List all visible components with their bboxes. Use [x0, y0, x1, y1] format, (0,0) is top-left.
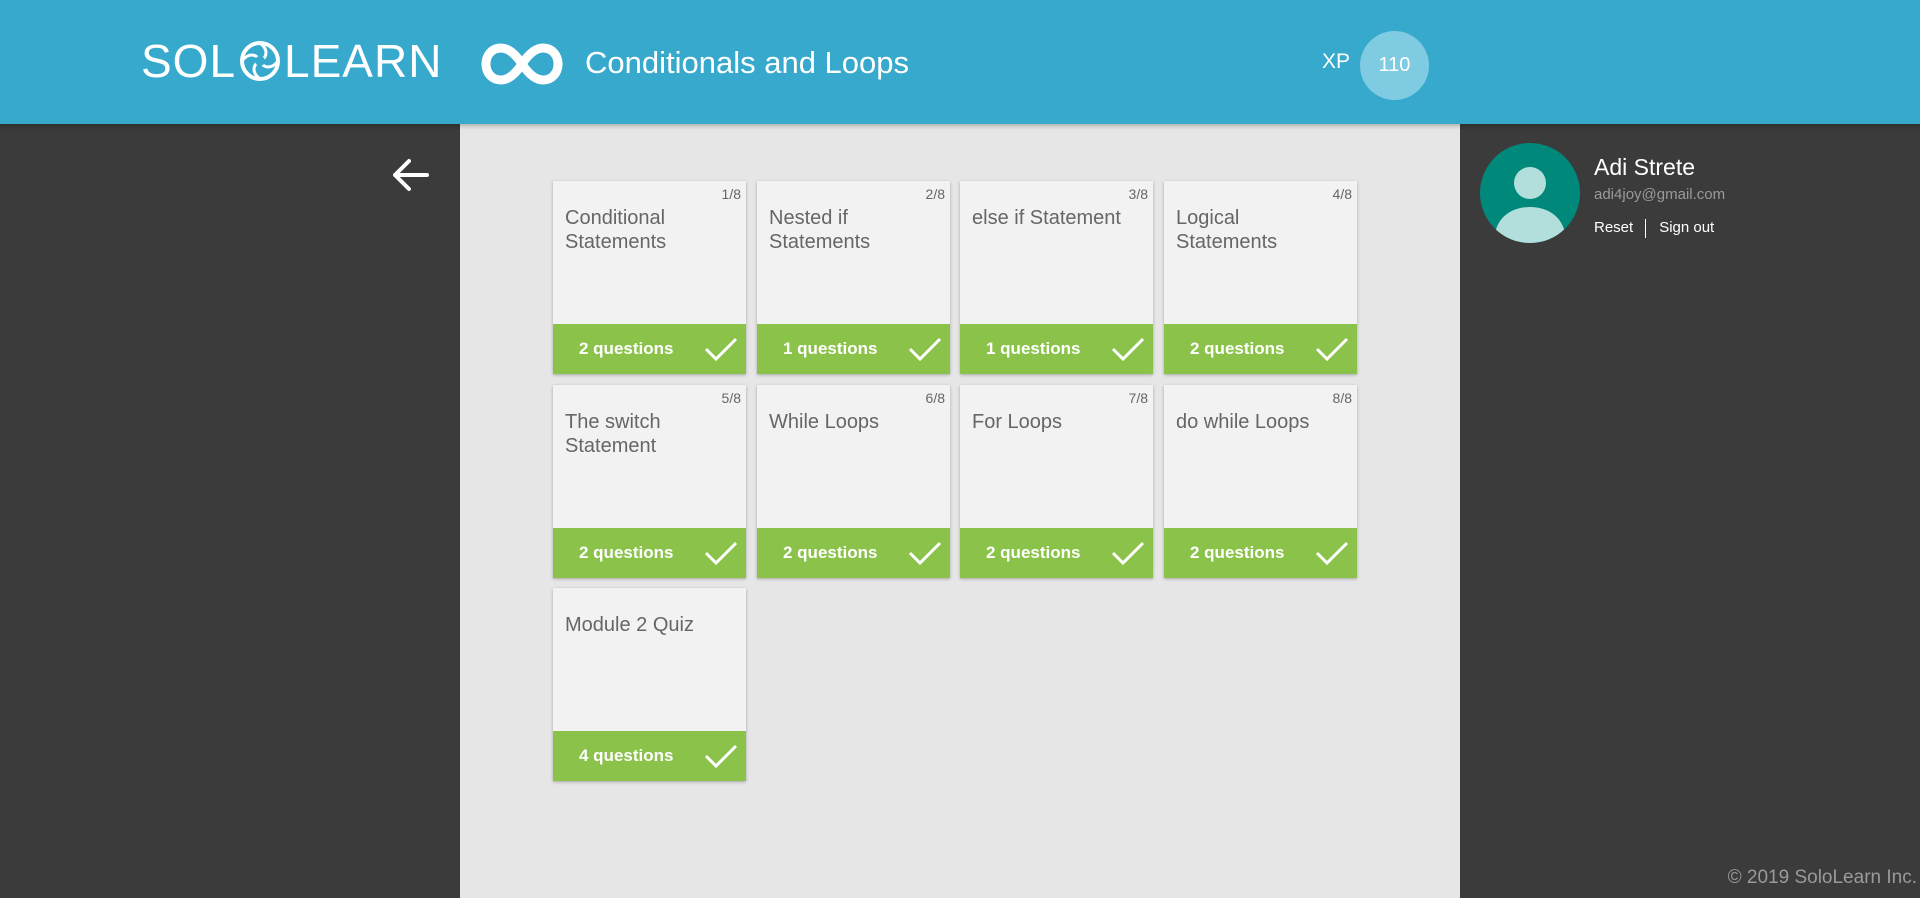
top-header: SOL LEARN Conditionals and Loops XP 110	[0, 0, 1920, 124]
lesson-grid: 1/8 Conditional Statements 2 questions 2…	[460, 124, 1460, 898]
lesson-title: For Loops	[972, 411, 1063, 433]
quiz-card[interactable]: Module 2 Quiz 4 questions	[553, 588, 746, 781]
arrow-left-icon[interactable]	[390, 157, 430, 193]
lesson-title: Conditional Statements	[565, 207, 667, 253]
lesson-number: 6/8	[925, 390, 945, 406]
logo-text-left: SOL	[141, 35, 237, 87]
question-count: 2 questions	[579, 339, 674, 358]
link-divider	[1645, 218, 1647, 238]
completed-bar: 2 questions	[553, 528, 746, 578]
lesson-number: 2/8	[925, 186, 945, 202]
lesson-card[interactable]: 6/8 While Loops 2 questions	[757, 385, 950, 578]
checkmark-icon	[1111, 541, 1145, 566]
lesson-card[interactable]: 2/8 Nested if Statements 1 questions	[757, 181, 950, 374]
reset-link[interactable]: Reset	[1594, 218, 1633, 238]
lesson-card[interactable]: 4/8 Logical Statements 2 questions	[1164, 181, 1357, 374]
lesson-card[interactable]: 5/8 The switch Statement 2 questions	[553, 385, 746, 578]
checkmark-icon	[1315, 337, 1349, 362]
lesson-number: 1/8	[721, 186, 741, 202]
checkmark-icon	[704, 744, 738, 769]
lesson-card[interactable]: 1/8 Conditional Statements 2 questions	[553, 181, 746, 374]
completed-bar: 4 questions	[553, 731, 746, 781]
user-avatar-icon[interactable]	[1480, 143, 1580, 243]
logo-text-right: LEARN	[284, 35, 443, 87]
lesson-title: The switch Statement	[565, 411, 661, 457]
question-count: 2 questions	[1190, 543, 1285, 562]
question-count: 2 questions	[783, 543, 878, 562]
lesson-card[interactable]: 3/8 else if Statement 1 questions	[960, 181, 1153, 374]
user-name: Adi Strete	[1594, 154, 1695, 180]
xp-label: XP	[1322, 50, 1351, 73]
checkmark-icon	[1315, 541, 1349, 566]
user-email: adi4joy@gmail.com	[1594, 186, 1726, 203]
checkmark-icon	[704, 337, 738, 362]
lesson-number: 7/8	[1128, 390, 1148, 406]
completed-bar: 2 questions	[553, 324, 746, 374]
checkmark-icon	[908, 337, 942, 362]
question-count: 2 questions	[1190, 339, 1285, 358]
question-count: 1 questions	[986, 339, 1081, 358]
completed-bar: 1 questions	[757, 324, 950, 374]
lesson-card[interactable]: 7/8 For Loops 2 questions	[960, 385, 1153, 578]
lesson-card[interactable]: 8/8 do while Loops 2 questions	[1164, 385, 1357, 578]
lesson-title: While Loops	[769, 411, 880, 433]
sololearn-logo[interactable]: SOL LEARN	[141, 38, 442, 84]
lesson-number: 5/8	[721, 390, 741, 406]
user-actions: Reset Sign out	[1594, 218, 1714, 238]
question-count: 4 questions	[579, 746, 674, 765]
swirl-logo-icon	[240, 41, 281, 81]
checkmark-icon	[704, 541, 738, 566]
checkmark-icon	[908, 541, 942, 566]
completed-bar: 2 questions	[960, 528, 1153, 578]
xp-badge: 110	[1360, 31, 1429, 100]
lesson-title: Module 2 Quiz	[565, 614, 694, 636]
lesson-number: 8/8	[1332, 390, 1352, 406]
lesson-number: 4/8	[1332, 186, 1352, 202]
lesson-title: Nested if Statements	[769, 207, 871, 253]
question-count: 2 questions	[986, 543, 1081, 562]
completed-bar: 2 questions	[1164, 324, 1357, 374]
lesson-title: Logical Statements	[1176, 207, 1278, 253]
completed-bar: 2 questions	[757, 528, 950, 578]
question-count: 2 questions	[579, 543, 674, 562]
infinity-icon	[481, 43, 563, 85]
lesson-title: do while Loops	[1176, 411, 1310, 433]
checkmark-icon	[1111, 337, 1145, 362]
completed-bar: 2 questions	[1164, 528, 1357, 578]
course-title: Conditionals and Loops	[585, 45, 910, 80]
copyright-footer: © 2019 SoloLearn Inc.	[1727, 867, 1917, 888]
lesson-title: else if Statement	[972, 207, 1121, 229]
question-count: 1 questions	[783, 339, 878, 358]
completed-bar: 1 questions	[960, 324, 1153, 374]
sign-out-link[interactable]: Sign out	[1659, 218, 1714, 238]
lesson-number: 3/8	[1128, 186, 1148, 202]
